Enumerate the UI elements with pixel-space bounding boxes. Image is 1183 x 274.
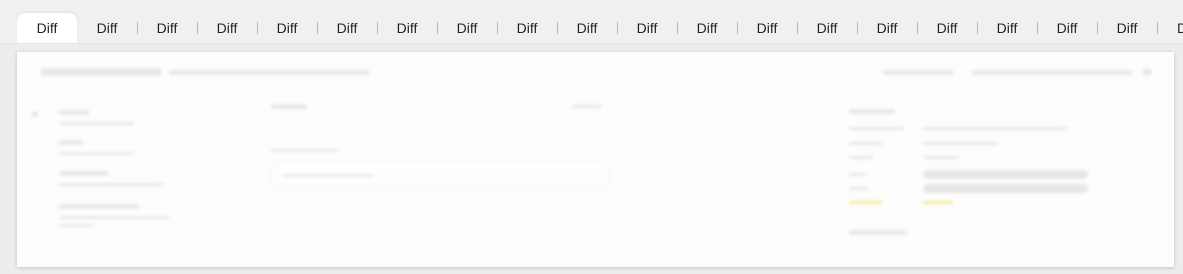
tab-diff-6[interactable]: Diff: [327, 13, 367, 43]
tab-separator: [977, 22, 978, 34]
preview-center-link: [572, 105, 602, 108]
tab-diff-15[interactable]: Diff: [867, 13, 907, 43]
preview-right-value: [923, 142, 998, 145]
tab-diff-7[interactable]: Diff: [387, 13, 427, 43]
tab-separator: [797, 22, 798, 34]
preview-left-icon: [32, 111, 38, 117]
tab-diff-5[interactable]: Diff: [267, 13, 307, 43]
preview-right-label: [849, 187, 869, 190]
preview-center-label: [271, 149, 339, 152]
preview-left-item: [59, 140, 83, 145]
tab-diff-17[interactable]: Diff: [987, 13, 1027, 43]
preview-right-highlight-label: [849, 201, 883, 204]
tab-diff-19[interactable]: Diff: [1107, 13, 1147, 43]
preview-header-right: [972, 70, 1132, 75]
tab-diff-12[interactable]: Diff: [687, 13, 727, 43]
preview-left-item: [59, 183, 164, 186]
tab-diff-8[interactable]: Diff: [447, 13, 487, 43]
preview-left-item: [59, 224, 93, 227]
tab-diff-18[interactable]: Diff: [1047, 13, 1087, 43]
tab-separator: [137, 22, 138, 34]
tab-diff-13[interactable]: Diff: [747, 13, 787, 43]
tab-separator: [677, 22, 678, 34]
tab-diff-3[interactable]: Diff: [147, 13, 187, 43]
preview-header-text: [169, 70, 369, 75]
tab-separator: [1037, 22, 1038, 34]
preview-right-footer: [849, 230, 907, 235]
preview-left-item: [59, 152, 134, 155]
preview-header-right: [883, 70, 953, 75]
tab-diff-11[interactable]: Diff: [627, 13, 667, 43]
tab-separator: [917, 22, 918, 34]
tab-separator: [557, 22, 558, 34]
tab-separator: [257, 22, 258, 34]
tab-separator: [737, 22, 738, 34]
tab-diff-10[interactable]: Diff: [567, 13, 607, 43]
tab-diff-1[interactable]: Diff: [17, 13, 77, 43]
tab-diff-14[interactable]: Diff: [807, 13, 847, 43]
preview-center-title: [271, 104, 307, 109]
tab-separator: [1157, 22, 1158, 34]
tab-separator: [317, 22, 318, 34]
preview-center-input-text: [283, 174, 373, 177]
preview-logo: [41, 68, 161, 76]
tab-diff-4[interactable]: Diff: [207, 13, 247, 43]
preview-right-label: [849, 156, 873, 159]
preview-right-value: [923, 156, 958, 159]
tab-diff-16[interactable]: Diff: [927, 13, 967, 43]
preview-left-item: [59, 204, 139, 209]
tab-separator: [857, 22, 858, 34]
preview-header-icon: [1142, 69, 1152, 75]
tab-separator: [377, 22, 378, 34]
preview-left-item: [59, 216, 169, 219]
preview-right-highlight-value: [923, 201, 953, 204]
tab-separator: [497, 22, 498, 34]
tab-bar: Diff Diff Diff Diff Diff Diff Diff Diff …: [0, 0, 1183, 44]
tab-separator: [197, 22, 198, 34]
tab-separator: [1097, 22, 1098, 34]
preview-left-item: [59, 110, 89, 115]
preview-right-value: [923, 127, 1068, 130]
preview-right-label: [849, 173, 867, 176]
preview-right-title: [849, 109, 895, 114]
preview-right-label: [849, 142, 883, 145]
preview-right-label: [849, 127, 904, 130]
tab-separator: [617, 22, 618, 34]
preview-left-item: [59, 171, 109, 176]
tab-diff-2[interactable]: Diff: [87, 13, 127, 43]
preview-right-bar: [923, 170, 1088, 179]
tab-diff-20-partial[interactable]: D: [1167, 13, 1183, 43]
diff-preview-panel: [17, 52, 1174, 267]
tab-separator: [437, 22, 438, 34]
tab-diff-9[interactable]: Diff: [507, 13, 547, 43]
preview-right-bar: [923, 184, 1088, 193]
blurred-page-preview: [17, 52, 1174, 267]
preview-left-item: [59, 122, 134, 125]
